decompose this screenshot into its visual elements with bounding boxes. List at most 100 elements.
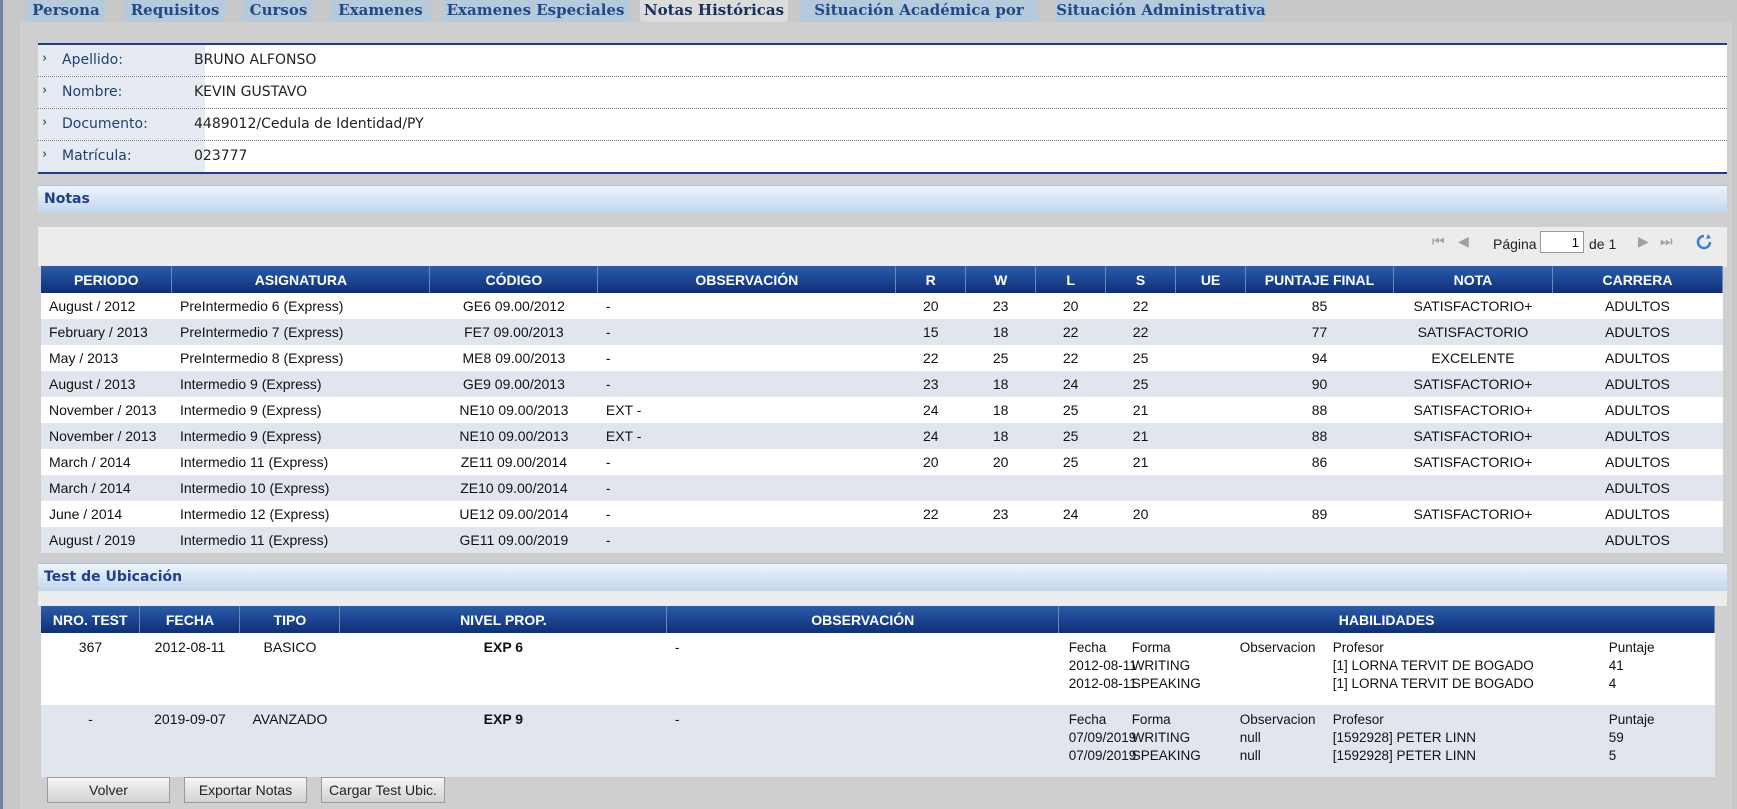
- col-nro-test[interactable]: NRO. TEST: [41, 606, 141, 633]
- table-row[interactable]: March / 2014 Intermedio 11 (Express) ZE11 …: [41, 449, 1723, 475]
- tab-examenes[interactable]: Examenes: [331, 0, 430, 22]
- col-l[interactable]: L: [1035, 266, 1107, 293]
- col-nivel-prop[interactable]: NIVEL PROP.: [339, 606, 668, 633]
- habilidades-cell: Fecha Forma Observacion Profesor Puntaje 07/0…: [1058, 705, 1715, 777]
- table-cell: 18: [965, 319, 1036, 345]
- col-habilidades[interactable]: HABILIDADES: [1058, 606, 1715, 633]
- first-page-icon[interactable]: ⏮: [1432, 233, 1445, 250]
- table-cell: [1393, 527, 1553, 553]
- col-s[interactable]: S: [1105, 266, 1177, 293]
- table-row[interactable]: August / 2013 Intermedio 9 (Express) GE9 0…: [41, 371, 1723, 397]
- table-cell: 25: [1035, 397, 1106, 423]
- tab-notas-historicas[interactable]: Notas Históricas: [640, 0, 788, 22]
- notas-header-row: PERIODO ASIGNATURA CÓDIGO OBSERVACIÓN R …: [41, 266, 1724, 293]
- page-number-input[interactable]: [1540, 231, 1584, 253]
- expand-arrow-icon: ›: [42, 147, 48, 162]
- hab-header: Observacion: [1239, 640, 1316, 655]
- table-cell: 94: [1245, 345, 1394, 371]
- exportar-notas-button[interactable]: Exportar Notas: [184, 777, 307, 803]
- col-tipo[interactable]: TIPO: [239, 606, 341, 633]
- col-asignatura[interactable]: ASIGNATURA: [171, 266, 431, 293]
- table-cell: ADULTOS: [1552, 293, 1723, 319]
- tab-situacion-administrativa[interactable]: Situación Administrativa: [1056, 0, 1266, 22]
- col-w[interactable]: W: [965, 266, 1037, 293]
- test-header-row: NRO. TEST FECHA TIPO NIVEL PROP. OBSERVA…: [41, 606, 1715, 633]
- table-row[interactable]: June / 2014 Intermedio 12 (Express) UE12 0…: [41, 501, 1723, 527]
- matricula-value: 023777: [194, 148, 248, 164]
- col-fecha[interactable]: FECHA: [139, 606, 241, 633]
- hab-value: 2012-08-11: [1068, 658, 1137, 673]
- table-row[interactable]: November / 2013 Intermedio 9 (Express) NE1…: [41, 397, 1723, 423]
- table-cell: ADULTOS: [1552, 449, 1723, 475]
- habilidades-cell: Fecha Forma Observacion Profesor Puntaje 2012…: [1058, 633, 1715, 705]
- table-cell: 15: [895, 319, 966, 345]
- hab-header: Profesor: [1332, 712, 1384, 727]
- table-cell: -: [597, 449, 896, 475]
- notas-pager: ⏮ ◀ Página de 1 ▶ ⏭: [38, 227, 1727, 267]
- test-cell-obs: -: [666, 705, 1059, 777]
- table-cell: ADULTOS: [1552, 397, 1723, 423]
- table-cell: 25: [965, 345, 1036, 371]
- table-cell: 23: [895, 371, 966, 397]
- col-periodo[interactable]: PERIODO: [41, 266, 173, 293]
- left-edge: [0, 0, 3, 809]
- test-cell-nivel: EXP 6: [339, 633, 667, 705]
- table-cell: August / 2013: [41, 371, 172, 397]
- table-cell: [895, 475, 966, 501]
- next-page-icon[interactable]: ▶: [1638, 233, 1649, 250]
- col-observacion[interactable]: OBSERVACIÓN: [597, 266, 897, 293]
- col-carrera[interactable]: CARRERA: [1552, 266, 1724, 293]
- table-cell: PreIntermedio 6 (Express): [171, 293, 430, 319]
- test-row[interactable]: 367 2012-08-11 BASICO EXP 6- Fecha Forma Obser…: [41, 633, 1715, 705]
- table-row[interactable]: February / 2013 PreIntermedio 7 (Express)…: [41, 319, 1723, 345]
- hab-value: 2012-08-11: [1068, 676, 1137, 691]
- table-cell: [965, 527, 1036, 553]
- last-page-icon[interactable]: ⏭: [1660, 233, 1673, 250]
- col-nota[interactable]: NOTA: [1393, 266, 1553, 293]
- hab-header: Puntaje: [1608, 712, 1655, 727]
- expand-arrow-icon: ›: [42, 115, 48, 130]
- tab-situacion-academica[interactable]: Situación Académica por Año: [800, 0, 1038, 39]
- table-cell: [1175, 319, 1246, 345]
- cargar-test-ubic-button[interactable]: Cargar Test Ubic.: [321, 777, 445, 803]
- hab-value: WRITING: [1131, 658, 1191, 673]
- nombre-label: › Nombre:: [38, 77, 205, 108]
- tab-cursos[interactable]: Cursos: [243, 0, 314, 22]
- hab-header: Forma: [1131, 640, 1171, 655]
- col-ue[interactable]: UE: [1175, 266, 1247, 293]
- table-cell: 21: [1105, 423, 1176, 449]
- test-cell-fecha: 2019-09-07: [139, 705, 240, 777]
- table-row[interactable]: August / 2019 Intermedio 11 (Express) GE11…: [41, 527, 1723, 553]
- table-cell: 20: [965, 449, 1036, 475]
- tab-bar: Persona Requisitos Cursos Examenes Exame…: [0, 0, 1737, 39]
- tab-requisitos[interactable]: Requisitos: [124, 0, 226, 22]
- table-row[interactable]: November / 2013 Intermedio 9 (Express) NE1…: [41, 423, 1723, 449]
- table-cell: 20: [1105, 501, 1176, 527]
- table-row[interactable]: August / 2012 PreIntermedio 6 (Express) GE…: [41, 293, 1723, 319]
- col-r[interactable]: R: [895, 266, 967, 293]
- table-cell: FE7 09.00/2013: [429, 319, 598, 345]
- table-cell: NE10 09.00/2013: [429, 397, 598, 423]
- col-puntaje-final[interactable]: PUNTAJE FINAL: [1245, 266, 1394, 293]
- table-cell: GE9 09.00/2013: [429, 371, 598, 397]
- hab-value: [1] LORNA TERVIT DE BOGADO: [1332, 658, 1534, 673]
- tab-examenes-especiales[interactable]: Examenes Especiales: [442, 0, 629, 22]
- table-row[interactable]: May / 2013 PreIntermedio 8 (Express) ME8 0…: [41, 345, 1723, 371]
- table-cell: [965, 475, 1036, 501]
- test-cell-nro: 367: [41, 633, 140, 705]
- table-cell: ADULTOS: [1552, 371, 1723, 397]
- hab-value: SPEAKING: [1131, 748, 1201, 763]
- test-cell-nro: -: [41, 705, 140, 777]
- table-cell: [1175, 527, 1246, 553]
- test-row[interactable]: -2019-09-07 AVANZADO EXP 9- Fecha Forma Obser…: [41, 705, 1715, 777]
- prev-page-icon[interactable]: ◀: [1458, 233, 1469, 250]
- table-cell: SATISFACTORIO+: [1393, 449, 1553, 475]
- test-cell-nivel: EXP 9: [339, 705, 667, 777]
- volver-button[interactable]: Volver: [47, 777, 170, 803]
- refresh-icon[interactable]: [1695, 233, 1713, 251]
- col-observacion[interactable]: OBSERVACIÓN: [666, 606, 1060, 633]
- table-cell: [1175, 423, 1246, 449]
- col-codigo[interactable]: CÓDIGO: [429, 266, 599, 293]
- tab-persona[interactable]: Persona: [26, 0, 106, 22]
- table-row[interactable]: March / 2014 Intermedio 10 (Express) ZE10 …: [41, 475, 1723, 501]
